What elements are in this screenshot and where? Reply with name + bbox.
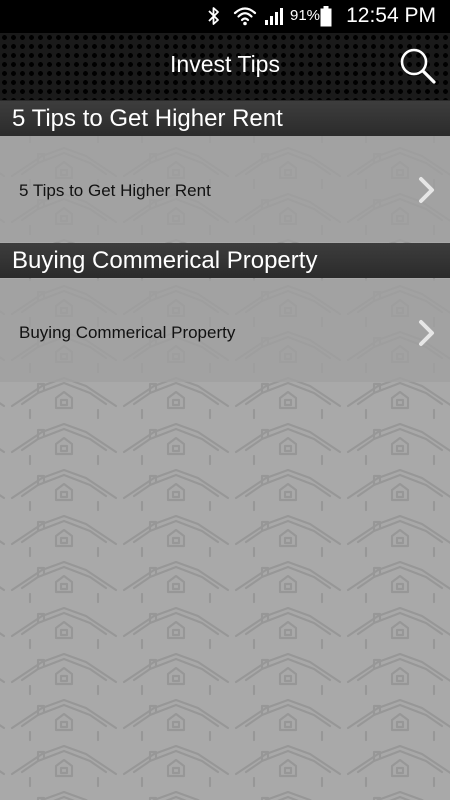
section-header-label: Buying Commerical Property xyxy=(12,247,318,274)
list-item[interactable]: Buying Commerical Property xyxy=(0,279,450,382)
bluetooth-icon xyxy=(208,7,219,25)
search-icon[interactable] xyxy=(398,46,438,86)
app-bar: Invest Tips xyxy=(0,33,450,101)
chevron-right-icon xyxy=(419,177,434,203)
battery-percent: 91% xyxy=(290,7,321,24)
page-title: Invest Tips xyxy=(170,51,280,77)
battery-icon xyxy=(320,6,332,27)
section-header-label: 5 Tips to Get Higher Rent xyxy=(12,105,283,132)
list-item-label: Buying Commerical Property xyxy=(19,323,236,342)
chevron-right-icon xyxy=(419,320,434,346)
status-bar: 91% 12:54 PM xyxy=(0,0,450,33)
wifi-icon xyxy=(233,7,257,26)
section-header: Buying Commerical Property xyxy=(0,243,450,278)
signal-icon xyxy=(265,8,283,25)
list-item-label: 5 Tips to Get Higher Rent xyxy=(19,181,211,200)
list-item[interactable]: 5 Tips to Get Higher Rent xyxy=(0,136,450,242)
section-header: 5 Tips to Get Higher Rent xyxy=(0,101,450,136)
status-clock: 12:54 PM xyxy=(346,4,436,27)
